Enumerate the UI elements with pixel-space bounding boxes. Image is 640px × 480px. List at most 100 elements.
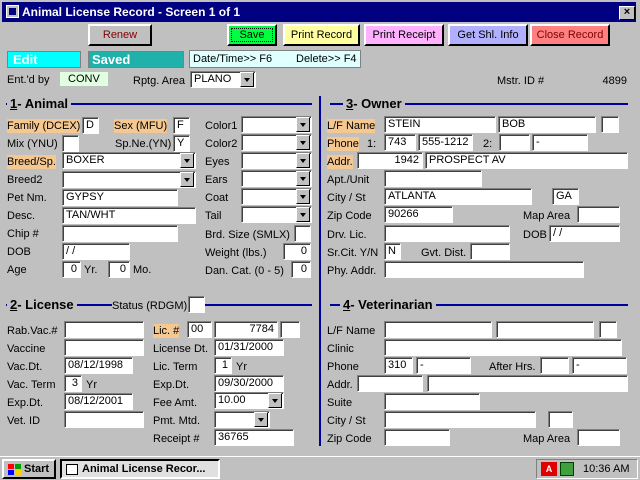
spne-field[interactable]: Y: [173, 135, 190, 152]
vet-map-area-label: Map Area: [523, 433, 571, 445]
license-status-field[interactable]: [188, 296, 205, 313]
after-hrs-label: After Hrs.: [489, 361, 536, 373]
sex-field[interactable]: F: [173, 117, 190, 134]
chip-field[interactable]: [62, 225, 178, 242]
vet-area-code-field[interactable]: 310: [384, 357, 413, 374]
owner-drv-lic-field[interactable]: [384, 225, 510, 242]
owner-addr-street-field[interactable]: PROSPECT AV: [425, 152, 628, 169]
start-button[interactable]: Start: [2, 459, 56, 479]
vet-first-name-field[interactable]: [496, 321, 594, 338]
chevron-down-icon[interactable]: [254, 412, 268, 427]
age-months-field[interactable]: 0: [108, 261, 130, 278]
age-years-field[interactable]: 0: [62, 261, 81, 278]
brd-size-field[interactable]: [294, 225, 311, 242]
chevron-down-icon[interactable]: [296, 189, 310, 204]
receipt-field[interactable]: 36765: [214, 429, 294, 446]
vet-addr-number-field[interactable]: [357, 375, 423, 392]
license-dt-label: License Dt.: [153, 343, 209, 355]
owner-mi-field[interactable]: [601, 116, 619, 133]
family-field[interactable]: D: [82, 117, 99, 134]
chevron-down-icon[interactable]: [296, 135, 310, 150]
dan-cat-field[interactable]: 0: [291, 261, 311, 278]
vet-addr-street-field[interactable]: [427, 375, 628, 392]
chevron-down-icon[interactable]: [296, 117, 310, 132]
close-record-button[interactable]: Close Record: [530, 24, 610, 46]
dob-field[interactable]: / /: [62, 243, 130, 260]
exp-dt-field[interactable]: 08/12/2001: [64, 393, 133, 410]
vac-dt-label: Vac.Dt.: [7, 361, 43, 373]
breed-select[interactable]: BOXER: [62, 152, 196, 169]
owner-last-name-field[interactable]: STEIN: [384, 116, 496, 133]
vet-last-name-field[interactable]: [384, 321, 492, 338]
owner-sr-cit-field[interactable]: N: [384, 243, 401, 260]
get-shl-info-button[interactable]: Get Shl. Info: [448, 24, 528, 46]
owner-first-name-field[interactable]: BOB: [498, 116, 596, 133]
owner-phone2-field[interactable]: -: [532, 134, 588, 151]
license-dt-field[interactable]: 01/31/2000: [214, 339, 284, 356]
windows-logo-icon: [8, 464, 21, 475]
vet-zip-label: Zip Code: [327, 433, 372, 445]
save-button[interactable]: Save: [227, 24, 277, 46]
window-title: Animal License Record - Screen 1 of 1: [22, 5, 241, 19]
vac-term-field[interactable]: 3: [64, 375, 82, 392]
rab-vac-field[interactable]: [64, 321, 144, 338]
owner-phone-label: Phone: [327, 137, 359, 151]
clinic-label: Clinic: [327, 343, 354, 355]
chevron-down-icon[interactable]: [296, 207, 310, 222]
lic-term-field[interactable]: 1: [214, 357, 232, 374]
owner-phy-addr-field[interactable]: [384, 261, 584, 278]
vet-clinic-field[interactable]: [384, 339, 622, 356]
owner-gvt-dist-field[interactable]: [470, 243, 510, 260]
chevron-down-icon[interactable]: [296, 171, 310, 186]
chevron-down-icon[interactable]: [180, 153, 194, 168]
vet-id-field[interactable]: [64, 411, 144, 428]
breed2-select[interactable]: [62, 171, 196, 188]
vaccine-field[interactable]: [64, 339, 144, 356]
lic-prefix-field[interactable]: 00: [187, 321, 212, 338]
pet-name-field[interactable]: GYPSY: [62, 189, 178, 206]
receipt-label: Receipt #: [153, 433, 200, 445]
chevron-down-icon[interactable]: [180, 172, 194, 187]
owner-area-code-field[interactable]: 743: [384, 134, 416, 151]
renew-button[interactable]: Renew: [88, 24, 152, 46]
vet-zip-field[interactable]: [384, 429, 450, 446]
lic-exp-dt-field[interactable]: 09/30/2000: [214, 375, 284, 392]
owner-map-area-field[interactable]: [577, 206, 620, 223]
lic-number-field[interactable]: 7784: [214, 321, 278, 338]
owner-name-label: L/F Name: [327, 119, 376, 133]
chevron-down-icon[interactable]: [296, 153, 310, 168]
vet-after-hrs-area-field[interactable]: [540, 357, 569, 374]
vet-phone-field[interactable]: -: [416, 357, 471, 374]
owner-addr-number-field[interactable]: 1942: [357, 152, 423, 169]
owner-apt-field[interactable]: [384, 170, 482, 187]
owner-dob-field[interactable]: / /: [549, 225, 620, 242]
family-label: Family (DCEX): [7, 119, 81, 133]
entd-by-label: Ent.'d by: [7, 74, 50, 86]
vet-after-hrs-phone-field[interactable]: -: [572, 357, 627, 374]
lic-suffix-field[interactable]: [280, 321, 300, 338]
chevron-down-icon[interactable]: [268, 393, 282, 408]
owner-city-field[interactable]: ATLANTA: [384, 188, 532, 205]
network-icon[interactable]: [560, 462, 574, 476]
mix-field[interactable]: [62, 135, 79, 152]
vet-suite-field[interactable]: [384, 393, 480, 410]
owner-area-code2-field[interactable]: [499, 134, 530, 151]
vet-map-area-field[interactable]: [577, 429, 620, 446]
close-icon[interactable]: ×: [619, 6, 635, 20]
chevron-down-icon[interactable]: [240, 72, 254, 87]
weight-field[interactable]: 0: [283, 243, 311, 260]
taskbar-app-button[interactable]: Animal License Recor...: [60, 459, 220, 479]
vet-city-field[interactable]: [384, 411, 536, 428]
owner-state-field[interactable]: GA: [552, 188, 579, 205]
owner-phone-field[interactable]: 555-1212: [418, 134, 473, 151]
print-record-button[interactable]: Print Record: [283, 24, 360, 46]
tray-app-icon[interactable]: A: [541, 462, 557, 476]
vac-dt-field[interactable]: 08/12/1998: [64, 357, 133, 374]
owner-zip-field[interactable]: 90266: [384, 206, 453, 223]
desc-field[interactable]: TAN/WHT: [62, 207, 196, 224]
print-receipt-button[interactable]: Print Receipt: [364, 24, 444, 46]
vet-mi-field[interactable]: [599, 321, 617, 338]
vac-term-label: Vac. Term: [7, 379, 56, 391]
vet-state-field[interactable]: [548, 411, 573, 428]
pmt-mtd-label: Pmt. Mtd.: [153, 415, 201, 427]
